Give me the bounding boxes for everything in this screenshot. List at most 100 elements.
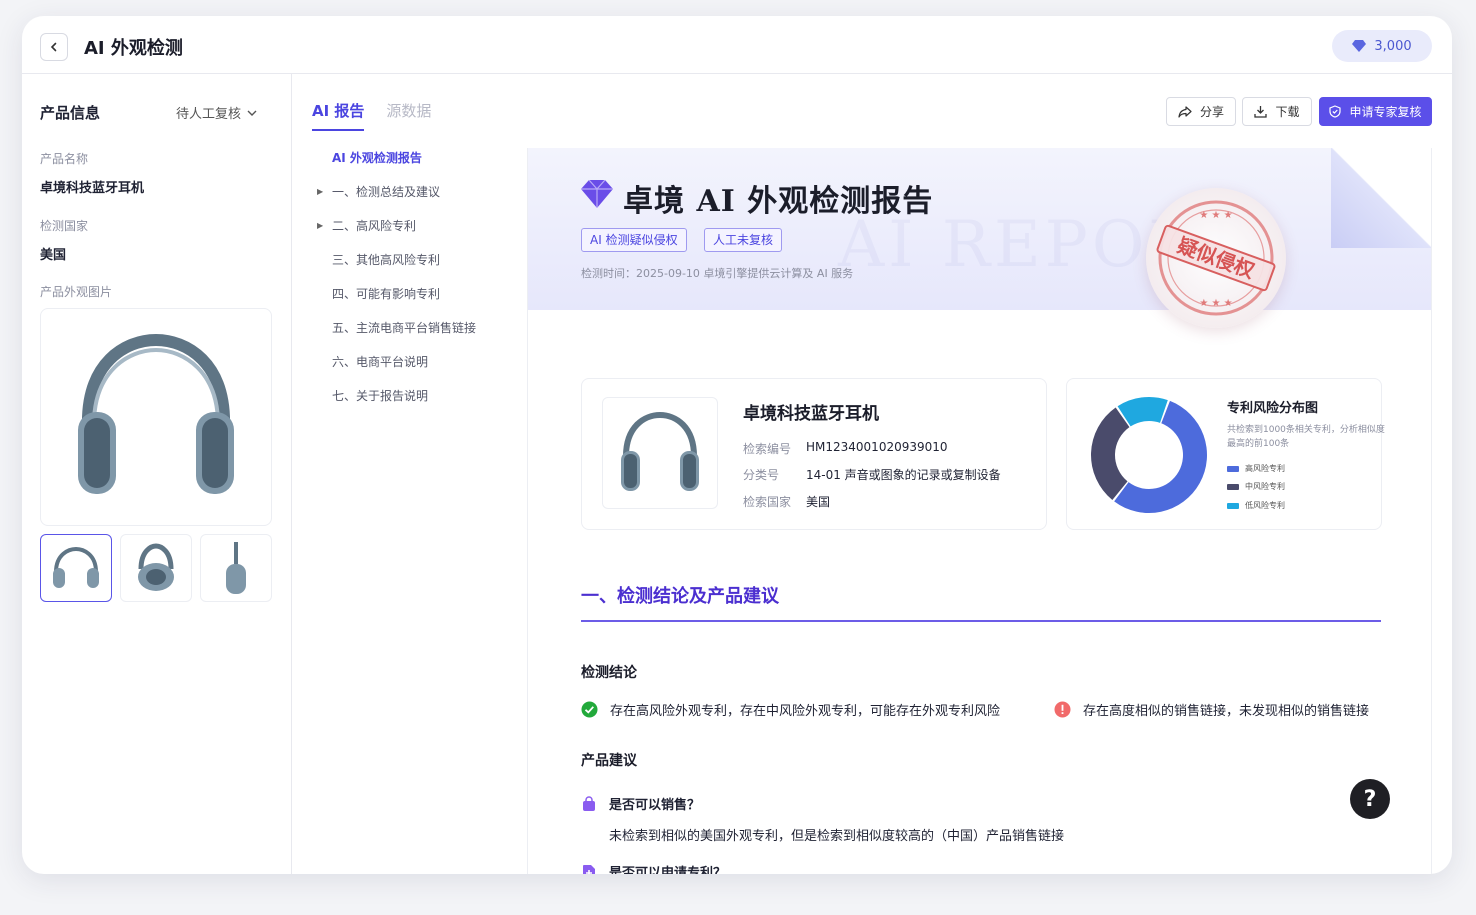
product-thumbnail	[602, 397, 718, 509]
main-product-image[interactable]	[40, 308, 272, 526]
legend-swatch	[1227, 465, 1239, 472]
download-button[interactable]: 下载	[1242, 97, 1312, 126]
conclusion-ok: 存在高风险外观专利，存在中风险外观专利，可能存在外观专利风险	[581, 700, 1000, 719]
share-button[interactable]: 分享	[1166, 97, 1236, 126]
country-value: 美国	[40, 248, 67, 263]
toc-item[interactable]: 六、电商平台说明	[314, 352, 514, 386]
tab-ai-report[interactable]: AI 报告	[312, 100, 365, 131]
share-label: 分享	[1199, 105, 1224, 119]
stamp-seal: 疑似侵权 ★ ★ ★ ★ ★ ★	[1156, 200, 1276, 316]
help-button[interactable]: ?	[1350, 779, 1390, 819]
legend-label: 低风险专利	[1245, 501, 1285, 510]
question-text: 是否可以申请专利？	[609, 866, 727, 874]
chart-title: 专利风险分布图	[1227, 401, 1319, 416]
tag-not-reviewed: 人工未复核	[704, 228, 783, 252]
toc-item-label: 二、高风险专利	[332, 219, 417, 233]
product-name: 卓境科技蓝牙耳机	[743, 404, 879, 424]
chart-subtitle: 共检索到1000条相关专利，分析相似度最高的前100条	[1227, 425, 1385, 449]
tab-source-data[interactable]: 源数据	[386, 100, 431, 131]
svg-text:★ ★ ★: ★ ★ ★	[1199, 298, 1232, 309]
risk-donut-chart	[1091, 397, 1207, 513]
report-meta: 检测时间：2025-09-10 卓境引擎提供云计算及 AI 服务	[581, 267, 854, 280]
toc-item[interactable]: 四、可能有影响专利	[314, 284, 514, 318]
field-key: 检索编号	[743, 442, 792, 456]
country-label: 检测国家	[40, 219, 89, 233]
legend-low: 低风险专利	[1227, 500, 1285, 511]
alert-circle-icon	[1054, 701, 1071, 718]
headphones-thumb-side	[138, 543, 174, 591]
thumbnail-1[interactable]	[40, 534, 112, 602]
caret-right-icon: ▶	[317, 187, 324, 196]
back-button[interactable]	[40, 33, 68, 61]
toc-item-label: 一、检测总结及建议	[332, 185, 441, 199]
report-title: 卓境 AI 外观检测报告	[623, 184, 934, 219]
shopping-bag-icon	[583, 795, 595, 811]
field-key: 检索国家	[743, 495, 792, 509]
field-value: 14-01 声音或图象的记录或复制设备	[806, 468, 1001, 482]
toc-item[interactable]: 五、主流电商平台销售链接	[314, 318, 514, 352]
tag-suspected-infringement: AI 检测疑似侵权	[581, 228, 687, 252]
headphones-image	[78, 333, 234, 494]
donut-slice-2	[1091, 407, 1130, 500]
diamond-icon	[1352, 40, 1367, 52]
diamond-logo-icon	[581, 180, 613, 208]
images-label: 产品外观图片	[40, 285, 113, 299]
toc-item-label: 五、主流电商平台销售链接	[332, 321, 477, 335]
suggestion-title: 产品建议	[581, 753, 637, 769]
check-circle-icon	[581, 701, 598, 718]
expert-review-button[interactable]: 申请专家复核	[1319, 97, 1432, 126]
product-info-panel: 产品信息 待人工复核 产品名称 卓境科技蓝牙耳机 检测国家 美国 产品外观图片	[22, 74, 292, 874]
points-badge[interactable]: 3,000	[1332, 30, 1432, 62]
caret-right-icon: ▶	[317, 221, 324, 230]
report-document: AI REPORT 卓境 AI 外观检测报告 AI 检测疑似侵权 人工未复核 检…	[527, 148, 1432, 874]
toc-item[interactable]: ▶ 二、高风险专利	[314, 216, 514, 250]
thumbnail-3[interactable]	[200, 534, 272, 602]
headphones-thumb-front	[53, 546, 99, 588]
answer-text: 未检索到相似的美国外观专利，但是检索到相似度较高的（中国）产品销售链接	[609, 829, 1065, 844]
product-name-value: 卓境科技蓝牙耳机	[40, 181, 145, 196]
expert-review-label: 申请专家复核	[1349, 105, 1422, 119]
section-title: 一、检测结论及产品建议	[581, 586, 779, 607]
legend-swatch	[1227, 483, 1239, 490]
toc-item-label: AI 外观检测报告	[332, 151, 422, 165]
product-name-label: 产品名称	[40, 152, 89, 166]
download-label: 下载	[1275, 105, 1300, 119]
toc-item-label: 六、电商平台说明	[332, 355, 429, 369]
headphones-image	[621, 411, 699, 491]
question-text: 是否可以销售？	[609, 798, 701, 813]
download-icon	[1254, 106, 1268, 118]
field-value: 美国	[806, 495, 831, 509]
infringement-stamp: 疑似侵权 ★ ★ ★ ★ ★ ★	[1146, 188, 1286, 328]
shield-check-icon	[1329, 105, 1342, 118]
conclusion-warning: 存在高度相似的销售链接，未发现相似的销售链接	[1054, 700, 1369, 719]
toc-item[interactable]: 三、其他高风险专利	[314, 250, 514, 284]
question-can-sell: 是否可以销售？	[581, 794, 700, 813]
report-tabs: AI 报告 源数据	[312, 100, 431, 131]
toc-item[interactable]: ▶ 一、检测总结及建议	[314, 182, 514, 216]
section-divider	[581, 620, 1381, 622]
chevron-down-icon	[247, 110, 257, 116]
legend-medium: 中风险专利	[1227, 481, 1285, 492]
chevron-left-icon	[50, 42, 57, 52]
conclusion-warning-text: 存在高度相似的销售链接，未发现相似的销售链接	[1083, 704, 1370, 719]
toc-item-label: 四、可能有影响专利	[332, 287, 441, 301]
legend-swatch	[1227, 502, 1239, 509]
page-fold	[1331, 148, 1431, 248]
product-info-title: 产品信息	[40, 104, 101, 122]
document-plus-icon	[583, 864, 595, 874]
legend-high: 高风险专利	[1227, 463, 1285, 474]
product-summary-card: 卓境科技蓝牙耳机 检索编号 HM1234001020939010 分类号 14-…	[581, 378, 1047, 530]
toc-item[interactable]: AI 外观检测报告	[314, 148, 514, 182]
svg-text:★ ★ ★: ★ ★ ★	[1199, 210, 1232, 221]
top-bar: AI 外观检测 3,000	[22, 16, 1452, 74]
review-status-dropdown[interactable]: 待人工复核	[176, 103, 257, 122]
question-can-patent: 是否可以申请专利？	[581, 862, 726, 874]
legend-label: 高风险专利	[1245, 464, 1285, 473]
app-window: AI 外观检测 3,000 产品信息 待人工复核 产品名称 卓境科技蓝牙耳机 检…	[22, 16, 1452, 874]
thumbnail-2[interactable]	[120, 534, 192, 602]
toc-item-label: 三、其他高风险专利	[332, 253, 441, 267]
toc-item-label: 七、关于报告说明	[332, 389, 429, 403]
stamp-text: 疑似侵权	[1174, 233, 1258, 283]
toc-item[interactable]: 七、关于报告说明	[314, 386, 514, 420]
conclusion-ok-text: 存在高风险外观专利，存在中风险外观专利，可能存在外观专利风险	[610, 704, 1001, 719]
